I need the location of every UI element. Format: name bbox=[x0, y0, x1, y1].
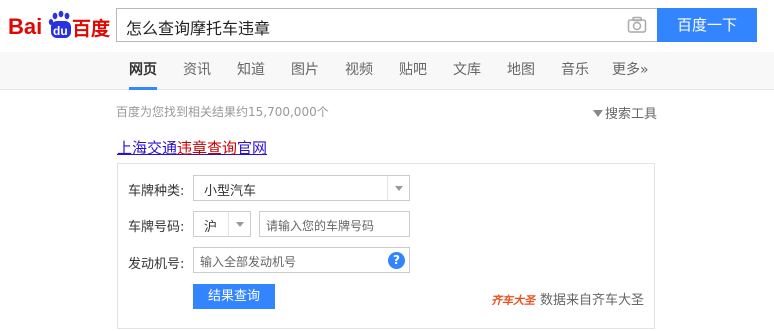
baidu-logo-graphic: Bai du 百度 bbox=[8, 10, 110, 40]
result-stats: 百度为您找到相关结果约15,700,000个 bbox=[116, 105, 329, 119]
tab-video[interactable]: 视频 bbox=[345, 52, 373, 90]
plate-type-select[interactable]: 小型汽车 bbox=[193, 175, 410, 201]
plate-type-label: 车牌种类: bbox=[128, 184, 185, 199]
tab-music[interactable]: 音乐 bbox=[561, 52, 589, 90]
chevron-down-icon bbox=[236, 222, 244, 227]
logo-text-bai: Bai bbox=[8, 14, 42, 39]
engine-number-input[interactable]: 输入全部发动机号 ? bbox=[193, 247, 410, 273]
baidu-logo[interactable]: Bai du 百度 bbox=[8, 8, 110, 42]
search-query-text: 怎么查询摩托车违章 bbox=[126, 19, 271, 38]
tab-map[interactable]: 地图 bbox=[507, 52, 535, 90]
search-tools-button[interactable]: 搜索工具 bbox=[593, 103, 657, 122]
result-title-pre: 上海交通 bbox=[117, 139, 178, 157]
tab-tieba[interactable]: 贴吧 bbox=[399, 52, 427, 90]
result-title-post: 官网 bbox=[237, 139, 268, 157]
tab-images[interactable]: 图片 bbox=[291, 52, 319, 90]
search-input[interactable]: 怎么查询摩托车违章 bbox=[116, 8, 657, 42]
province-select[interactable]: 沪 bbox=[193, 211, 251, 237]
search-button[interactable]: 百度一下 bbox=[657, 8, 757, 42]
filter-icon bbox=[593, 110, 603, 117]
search-tools-label: 搜索工具 bbox=[605, 107, 658, 122]
tab-news[interactable]: 资讯 bbox=[183, 52, 211, 90]
engine-number-placeholder: 输入全部发动机号 bbox=[200, 255, 297, 269]
province-value: 沪 bbox=[204, 220, 218, 235]
header: Bai du 百度 怎么查询摩托车违章 百度一下 bbox=[0, 0, 774, 52]
result-title-highlight: 违章查询 bbox=[177, 139, 238, 157]
logo-text-baidu-cn: 百度 bbox=[72, 17, 110, 40]
plate-number-input[interactable]: 请输入您的车牌号码 bbox=[259, 211, 410, 237]
data-source-note: 齐车大圣 数据来自齐车大圣 bbox=[491, 289, 644, 308]
chevron-down-icon bbox=[395, 186, 403, 191]
plate-type-value: 小型汽车 bbox=[204, 184, 257, 199]
camera-icon[interactable] bbox=[627, 16, 647, 34]
dropdown-box bbox=[228, 212, 250, 236]
qiche-dasheng-logo: 齐车大圣 bbox=[490, 294, 535, 307]
result-title-link[interactable]: 上海交通违章查询官网 bbox=[117, 137, 267, 158]
engine-number-label: 发动机号: bbox=[128, 257, 185, 272]
tab-more[interactable]: 更多» bbox=[612, 52, 649, 90]
dropdown-box bbox=[387, 176, 409, 200]
violation-query-card: 车牌种类: 小型汽车 车牌号码: 沪 请输入您的车牌号码 发动机号: 输入全部发… bbox=[117, 163, 655, 329]
plate-number-placeholder: 请输入您的车牌号码 bbox=[266, 219, 375, 233]
logo-text-du: du bbox=[53, 24, 68, 38]
plate-number-label: 车牌号码: bbox=[128, 220, 185, 235]
tab-zhidao[interactable]: 知道 bbox=[237, 52, 265, 90]
tab-web[interactable]: 网页 bbox=[129, 52, 157, 90]
tab-wenku[interactable]: 文库 bbox=[453, 52, 481, 90]
search-tabs: 网页 资讯 知道 图片 视频 贴吧 文库 地图 音乐 更多» bbox=[0, 52, 774, 90]
help-icon[interactable]: ? bbox=[388, 252, 405, 269]
data-source-text: 数据来自齐车大圣 bbox=[539, 293, 644, 308]
query-submit-button[interactable]: 结果查询 bbox=[193, 284, 275, 309]
